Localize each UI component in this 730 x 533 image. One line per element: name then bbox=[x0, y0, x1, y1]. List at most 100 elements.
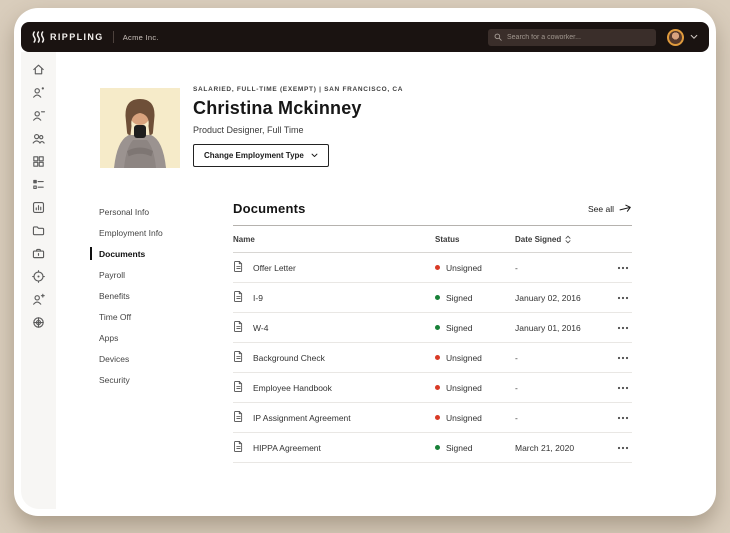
documents-panel: Documents See all Name Status Date Signe… bbox=[233, 201, 632, 463]
employment-eyebrow: SALARIED, FULL-TIME (EXEMPT) | SAN FRANC… bbox=[193, 86, 404, 93]
status-dot bbox=[435, 295, 440, 300]
status-dot bbox=[435, 445, 440, 450]
row-menu-icon[interactable] bbox=[616, 263, 630, 273]
row-menu-icon[interactable] bbox=[616, 293, 630, 303]
nav-item-devices[interactable]: Devices bbox=[99, 348, 211, 369]
employee-role: Product Designer, Full Time bbox=[193, 125, 304, 135]
user-avatar[interactable] bbox=[667, 28, 684, 46]
folder-icon[interactable] bbox=[31, 222, 47, 238]
globe-icon[interactable] bbox=[31, 314, 47, 330]
document-icon bbox=[233, 440, 244, 455]
status-dot bbox=[435, 325, 440, 330]
home-icon[interactable] bbox=[31, 61, 47, 77]
status-dot bbox=[435, 385, 440, 390]
document-name: I-9 bbox=[253, 292, 263, 303]
date-signed: - bbox=[515, 412, 518, 423]
row-menu-icon[interactable] bbox=[616, 413, 630, 423]
date-signed: - bbox=[515, 262, 518, 273]
coworker-search[interactable] bbox=[488, 28, 656, 46]
date-signed: January 02, 2016 bbox=[515, 292, 581, 303]
see-all-label: See all bbox=[588, 203, 614, 214]
date-signed: March 21, 2020 bbox=[515, 442, 575, 453]
person-plus-icon[interactable] bbox=[31, 291, 47, 307]
document-icon bbox=[233, 290, 244, 305]
date-signed: January 01, 2016 bbox=[515, 322, 581, 333]
account-menu-chevron-icon[interactable] bbox=[690, 34, 698, 40]
status-label: Unsigned bbox=[446, 262, 482, 273]
nav-item-benefits[interactable]: Benefits bbox=[99, 285, 211, 306]
document-name: Offer Letter bbox=[253, 262, 296, 273]
nav-item-employment-info[interactable]: Employment Info bbox=[99, 222, 211, 243]
rippling-logo-icon bbox=[32, 31, 45, 43]
analytics-icon[interactable] bbox=[31, 199, 47, 215]
change-employment-type-label: Change Employment Type bbox=[204, 151, 304, 160]
topbar-divider bbox=[112, 31, 114, 43]
people-icon[interactable] bbox=[31, 130, 47, 146]
table-row[interactable]: Offer Letter Unsigned - bbox=[233, 253, 632, 283]
nav-item-documents[interactable]: Documents bbox=[90, 243, 211, 264]
nav-item-time-off[interactable]: Time Off bbox=[99, 306, 211, 327]
apps-grid-icon[interactable] bbox=[31, 153, 47, 169]
table-row[interactable]: Background Check Unsigned - bbox=[233, 343, 632, 373]
company-name: Acme Inc. bbox=[122, 32, 159, 42]
status-label: Signed bbox=[446, 292, 473, 303]
person-dot-icon[interactable] bbox=[31, 84, 47, 100]
status-label: Signed bbox=[446, 442, 473, 453]
date-signed: - bbox=[515, 382, 518, 393]
arrow-right-icon bbox=[618, 203, 633, 215]
column-header-date-signed[interactable]: Date Signed bbox=[515, 235, 612, 244]
status-label: Signed bbox=[446, 322, 473, 333]
document-icon bbox=[233, 320, 244, 335]
briefcase-icon[interactable] bbox=[31, 245, 47, 261]
status-label: Unsigned bbox=[446, 352, 482, 363]
status-label: Unsigned bbox=[446, 412, 482, 423]
column-header-status: Status bbox=[435, 235, 460, 244]
change-employment-type-button[interactable]: Change Employment Type bbox=[193, 144, 329, 167]
documents-title: Documents bbox=[233, 201, 306, 216]
chevron-down-icon bbox=[311, 153, 318, 158]
status-dot bbox=[435, 265, 440, 270]
see-all-link[interactable]: See all bbox=[588, 204, 632, 214]
document-name: Employee Handbook bbox=[253, 382, 332, 393]
app-window: RIPPLING Acme Inc. Search for a coworker… bbox=[14, 8, 716, 516]
person-minus-icon[interactable] bbox=[31, 107, 47, 123]
document-icon bbox=[233, 350, 244, 365]
status-dot bbox=[435, 355, 440, 360]
row-menu-icon[interactable] bbox=[616, 353, 630, 363]
employee-photo bbox=[100, 88, 180, 168]
nav-item-security[interactable]: Security bbox=[99, 369, 211, 390]
document-icon bbox=[233, 410, 244, 425]
table-row[interactable]: I-9 Signed January 02, 2016 bbox=[233, 283, 632, 313]
target-icon[interactable] bbox=[31, 268, 47, 284]
nav-item-payroll[interactable]: Payroll bbox=[99, 264, 211, 285]
search-input[interactable] bbox=[507, 33, 650, 41]
icon-rail bbox=[21, 52, 56, 509]
document-icon bbox=[233, 380, 244, 395]
status-dot bbox=[435, 415, 440, 420]
table-row[interactable]: W-4 Signed January 01, 2016 bbox=[233, 313, 632, 343]
column-header-name: Name bbox=[233, 235, 255, 244]
row-menu-icon[interactable] bbox=[616, 383, 630, 393]
document-name: HIPPA Agreement bbox=[253, 442, 321, 453]
document-name: Background Check bbox=[253, 352, 325, 363]
date-signed: - bbox=[515, 352, 518, 363]
profile-section-nav: Personal Info Employment Info Documents … bbox=[90, 201, 211, 390]
document-icon bbox=[233, 260, 244, 275]
table-row[interactable]: HIPPA Agreement Signed March 21, 2020 bbox=[233, 433, 632, 463]
brand-name: RIPPLING bbox=[50, 32, 104, 42]
row-menu-icon[interactable] bbox=[616, 443, 630, 453]
search-icon bbox=[494, 33, 502, 41]
row-menu-icon[interactable] bbox=[616, 323, 630, 333]
table-row[interactable]: Employee Handbook Unsigned - bbox=[233, 373, 632, 403]
table-row[interactable]: IP Assignment Agreement Unsigned - bbox=[233, 403, 632, 433]
status-label: Unsigned bbox=[446, 382, 482, 393]
checklist-icon[interactable] bbox=[31, 176, 47, 192]
nav-item-apps[interactable]: Apps bbox=[99, 327, 211, 348]
employee-name: Christina Mckinney bbox=[193, 98, 362, 118]
nav-item-personal-info[interactable]: Personal Info bbox=[99, 201, 211, 222]
document-name: IP Assignment Agreement bbox=[253, 412, 351, 423]
document-name: W-4 bbox=[253, 322, 269, 333]
sort-icon bbox=[565, 235, 571, 244]
topbar: RIPPLING Acme Inc. bbox=[21, 22, 709, 52]
table-header: Name Status Date Signed bbox=[233, 226, 632, 253]
